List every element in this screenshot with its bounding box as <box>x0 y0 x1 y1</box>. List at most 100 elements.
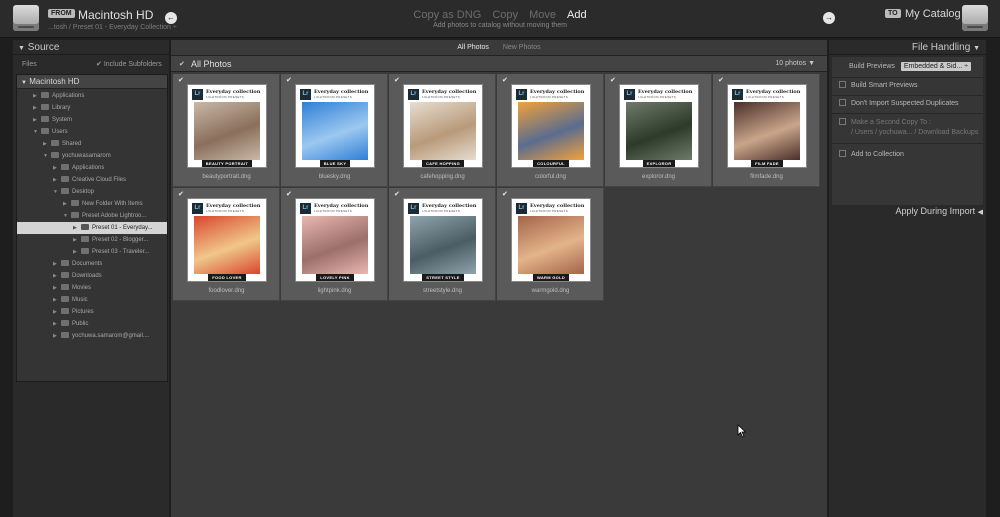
collapsed-triangle-icon[interactable]: ▶ <box>63 198 71 210</box>
photo-thumbnail[interactable]: Lr Everyday collection LIGHTROOM PRESETS WA… <box>511 198 591 282</box>
check-icon[interactable]: ✔ <box>718 76 724 84</box>
tree-item[interactable]: ▶ Documents <box>17 258 167 270</box>
photo-thumbnail[interactable]: Lr Everyday collection LIGHTROOM PRESETS FI… <box>727 84 807 168</box>
photo-count[interactable]: 10 photos ▼ <box>775 60 815 67</box>
collapsed-triangle-icon[interactable]: ▶ <box>43 138 51 150</box>
tree-item[interactable]: ▶ Applications <box>17 90 167 102</box>
photo-cell[interactable]: ✔ Lr Everyday collection LIGHTROOM PRESETS B… <box>281 74 388 187</box>
tree-item[interactable]: ▶ Pictures <box>17 306 167 318</box>
collapsed-triangle-icon[interactable]: ▶ <box>33 102 41 114</box>
photo-thumbnail[interactable]: Lr Everyday collection LIGHTROOM PRESETS CO… <box>511 84 591 168</box>
collapsed-triangle-icon[interactable]: ▶ <box>53 270 61 282</box>
collapsed-triangle-icon[interactable]: ▶ <box>73 222 81 234</box>
expanded-triangle-icon[interactable]: ▼ <box>53 186 61 198</box>
photo-cell[interactable]: ✔ Lr Everyday collection LIGHTROOM PRESETS F… <box>173 188 280 301</box>
photo-cell[interactable]: ✔ Lr Everyday collection LIGHTROOM PRESETS C… <box>389 74 496 187</box>
dest-title[interactable]: My Catalog <box>905 8 961 20</box>
photo-cell[interactable]: ✔ Lr Everyday collection LIGHTROOM PRESETS F… <box>713 74 820 187</box>
dropdown-arrow-icon[interactable]: ▼ <box>808 60 815 67</box>
collapsed-triangle-icon[interactable]: ▶ <box>53 306 61 318</box>
tree-item[interactable]: ▼ Preset Adobe Lightroo... <box>17 210 167 222</box>
mode-copy[interactable]: Copy <box>492 9 518 21</box>
tree-item[interactable]: ▶ Library <box>17 102 167 114</box>
photo-cell[interactable]: ✔ Lr Everyday collection LIGHTROOM PRESETS S… <box>389 188 496 301</box>
arrow-right-icon[interactable]: → <box>823 12 835 24</box>
no-duplicates-checkbox[interactable] <box>839 99 846 106</box>
photo-cell[interactable]: ✔ Lr Everyday collection LIGHTROOM PRESETS C… <box>497 74 604 187</box>
second-copy-path[interactable]: / Users / yochuwa... / Download Backups <box>832 129 983 136</box>
photo-cell[interactable]: ✔ Lr Everyday collection LIGHTROOM PRESETS L… <box>281 188 388 301</box>
photo-thumbnail[interactable]: Lr Everyday collection LIGHTROOM PRESETS BL… <box>295 84 375 168</box>
collapse-triangle-icon[interactable]: ▼ <box>973 45 980 52</box>
mode-move[interactable]: Move <box>529 9 556 21</box>
filter-all-photos[interactable]: All Photos <box>451 43 495 52</box>
build-smart-previews-checkbox[interactable] <box>839 81 846 88</box>
filter-new-photos[interactable]: New Photos <box>497 43 547 52</box>
add-collection-checkbox[interactable] <box>839 150 846 157</box>
check-icon[interactable]: ✔ <box>286 76 292 84</box>
photo-cell[interactable]: ✔ Lr Everyday collection LIGHTROOM PRESETS E… <box>605 74 712 187</box>
expand-triangle-icon[interactable]: ▼ <box>21 80 27 86</box>
photo-thumbnail[interactable]: Lr Everyday collection LIGHTROOM PRESETS BE… <box>187 84 267 168</box>
check-icon[interactable]: ✔ <box>502 190 508 198</box>
tree-item[interactable]: ▶ Preset 03 - Traveler... <box>17 246 167 258</box>
photo-thumbnail[interactable]: Lr Everyday collection LIGHTROOM PRESETS CA… <box>403 84 483 168</box>
no-duplicates-row[interactable]: Don't Import Suspected Duplicates <box>832 99 983 107</box>
check-icon[interactable]: ✔ <box>502 76 508 84</box>
photo-thumbnail[interactable]: Lr Everyday collection LIGHTROOM PRESETS EX… <box>619 84 699 168</box>
photo-cell[interactable]: ✔ Lr Everyday collection LIGHTROOM PRESETS W… <box>497 188 604 301</box>
check-icon[interactable]: ✔ <box>178 76 184 84</box>
photo-thumbnail[interactable]: Lr Everyday collection LIGHTROOM PRESETS FO… <box>187 198 267 282</box>
tree-item[interactable]: ▶ Downloads <box>17 270 167 282</box>
tree-item[interactable]: ▶ Preset 01 - Everyday... <box>17 222 167 234</box>
expanded-triangle-icon[interactable]: ▼ <box>43 150 51 162</box>
photo-cell[interactable]: ✔ Lr Everyday collection LIGHTROOM PRESETS B… <box>173 74 280 187</box>
tree-item[interactable]: ▶ Preset 02 - Blogger... <box>17 234 167 246</box>
photo-thumbnail[interactable]: Lr Everyday collection LIGHTROOM PRESETS LO… <box>295 198 375 282</box>
tree-item[interactable]: ▶ Movies <box>17 282 167 294</box>
tree-item[interactable]: ▼ Desktop <box>17 186 167 198</box>
second-copy-checkbox[interactable] <box>839 118 846 125</box>
tree-item[interactable]: ▶ New Folder With Items <box>17 198 167 210</box>
tree-item[interactable]: ▶ yochuwa.samarom@gmail.... <box>17 330 167 342</box>
build-previews-select[interactable]: Embedded & Sid... ÷ <box>900 62 972 71</box>
collapsed-triangle-icon[interactable]: ▶ <box>53 258 61 270</box>
dest-drive-icon[interactable] <box>962 5 988 31</box>
check-icon[interactable]: ✔ <box>286 190 292 198</box>
check-icon[interactable]: ✔ <box>394 190 400 198</box>
collapsed-triangle-icon[interactable]: ▶ <box>33 114 41 126</box>
expanded-triangle-icon[interactable]: ▼ <box>33 126 41 138</box>
collapse-triangle-icon[interactable]: ▼ <box>18 45 25 52</box>
collapsed-triangle-icon[interactable]: ▶ <box>53 294 61 306</box>
collapsed-triangle-icon[interactable]: ▶ <box>53 318 61 330</box>
tree-item[interactable]: ▶ Shared <box>17 138 167 150</box>
photo-thumbnail[interactable]: Lr Everyday collection LIGHTROOM PRESETS ST… <box>403 198 483 282</box>
expand-triangle-icon[interactable]: ◀ <box>978 209 983 216</box>
mode-copy-as-dng[interactable]: Copy as DNG <box>413 9 481 21</box>
tree-item[interactable]: ▶ Music <box>17 294 167 306</box>
collapsed-triangle-icon[interactable]: ▶ <box>73 234 81 246</box>
tree-item[interactable]: ▼ yochuwasamarom <box>17 150 167 162</box>
tree-item[interactable]: ▶ Creative Cloud Files <box>17 174 167 186</box>
file-handling-header[interactable]: File Handling ▼ <box>829 40 986 55</box>
build-smart-previews-row[interactable]: Build Smart Previews <box>832 81 983 89</box>
collapsed-triangle-icon[interactable]: ▶ <box>73 246 81 258</box>
tree-item[interactable]: ▶ Applications <box>17 162 167 174</box>
check-icon[interactable]: ✔ <box>178 190 184 198</box>
tree-item[interactable]: ▶ System <box>17 114 167 126</box>
collapsed-triangle-icon[interactable]: ▶ <box>33 90 41 102</box>
collapsed-triangle-icon[interactable]: ▶ <box>53 282 61 294</box>
mode-add[interactable]: Add <box>567 9 587 21</box>
check-icon[interactable]: ✔ <box>610 76 616 84</box>
add-collection-row[interactable]: Add to Collection <box>832 150 983 158</box>
second-copy-row[interactable]: Make a Second Copy To : <box>832 118 983 126</box>
apply-during-import-header[interactable]: Apply During Import ◀ <box>832 206 983 216</box>
collapsed-triangle-icon[interactable]: ▶ <box>53 174 61 186</box>
source-panel-header[interactable]: ▼ Source <box>13 40 169 55</box>
tree-root[interactable]: ▼ Macintosh HD <box>17 75 167 89</box>
check-icon[interactable]: ✔ <box>179 60 185 68</box>
include-subfolders-checkbox[interactable]: ✔ Include Subfolders <box>96 58 162 72</box>
expanded-triangle-icon[interactable]: ▼ <box>63 210 71 222</box>
collapsed-triangle-icon[interactable]: ▶ <box>53 330 61 342</box>
tree-item[interactable]: ▶ Public <box>17 318 167 330</box>
